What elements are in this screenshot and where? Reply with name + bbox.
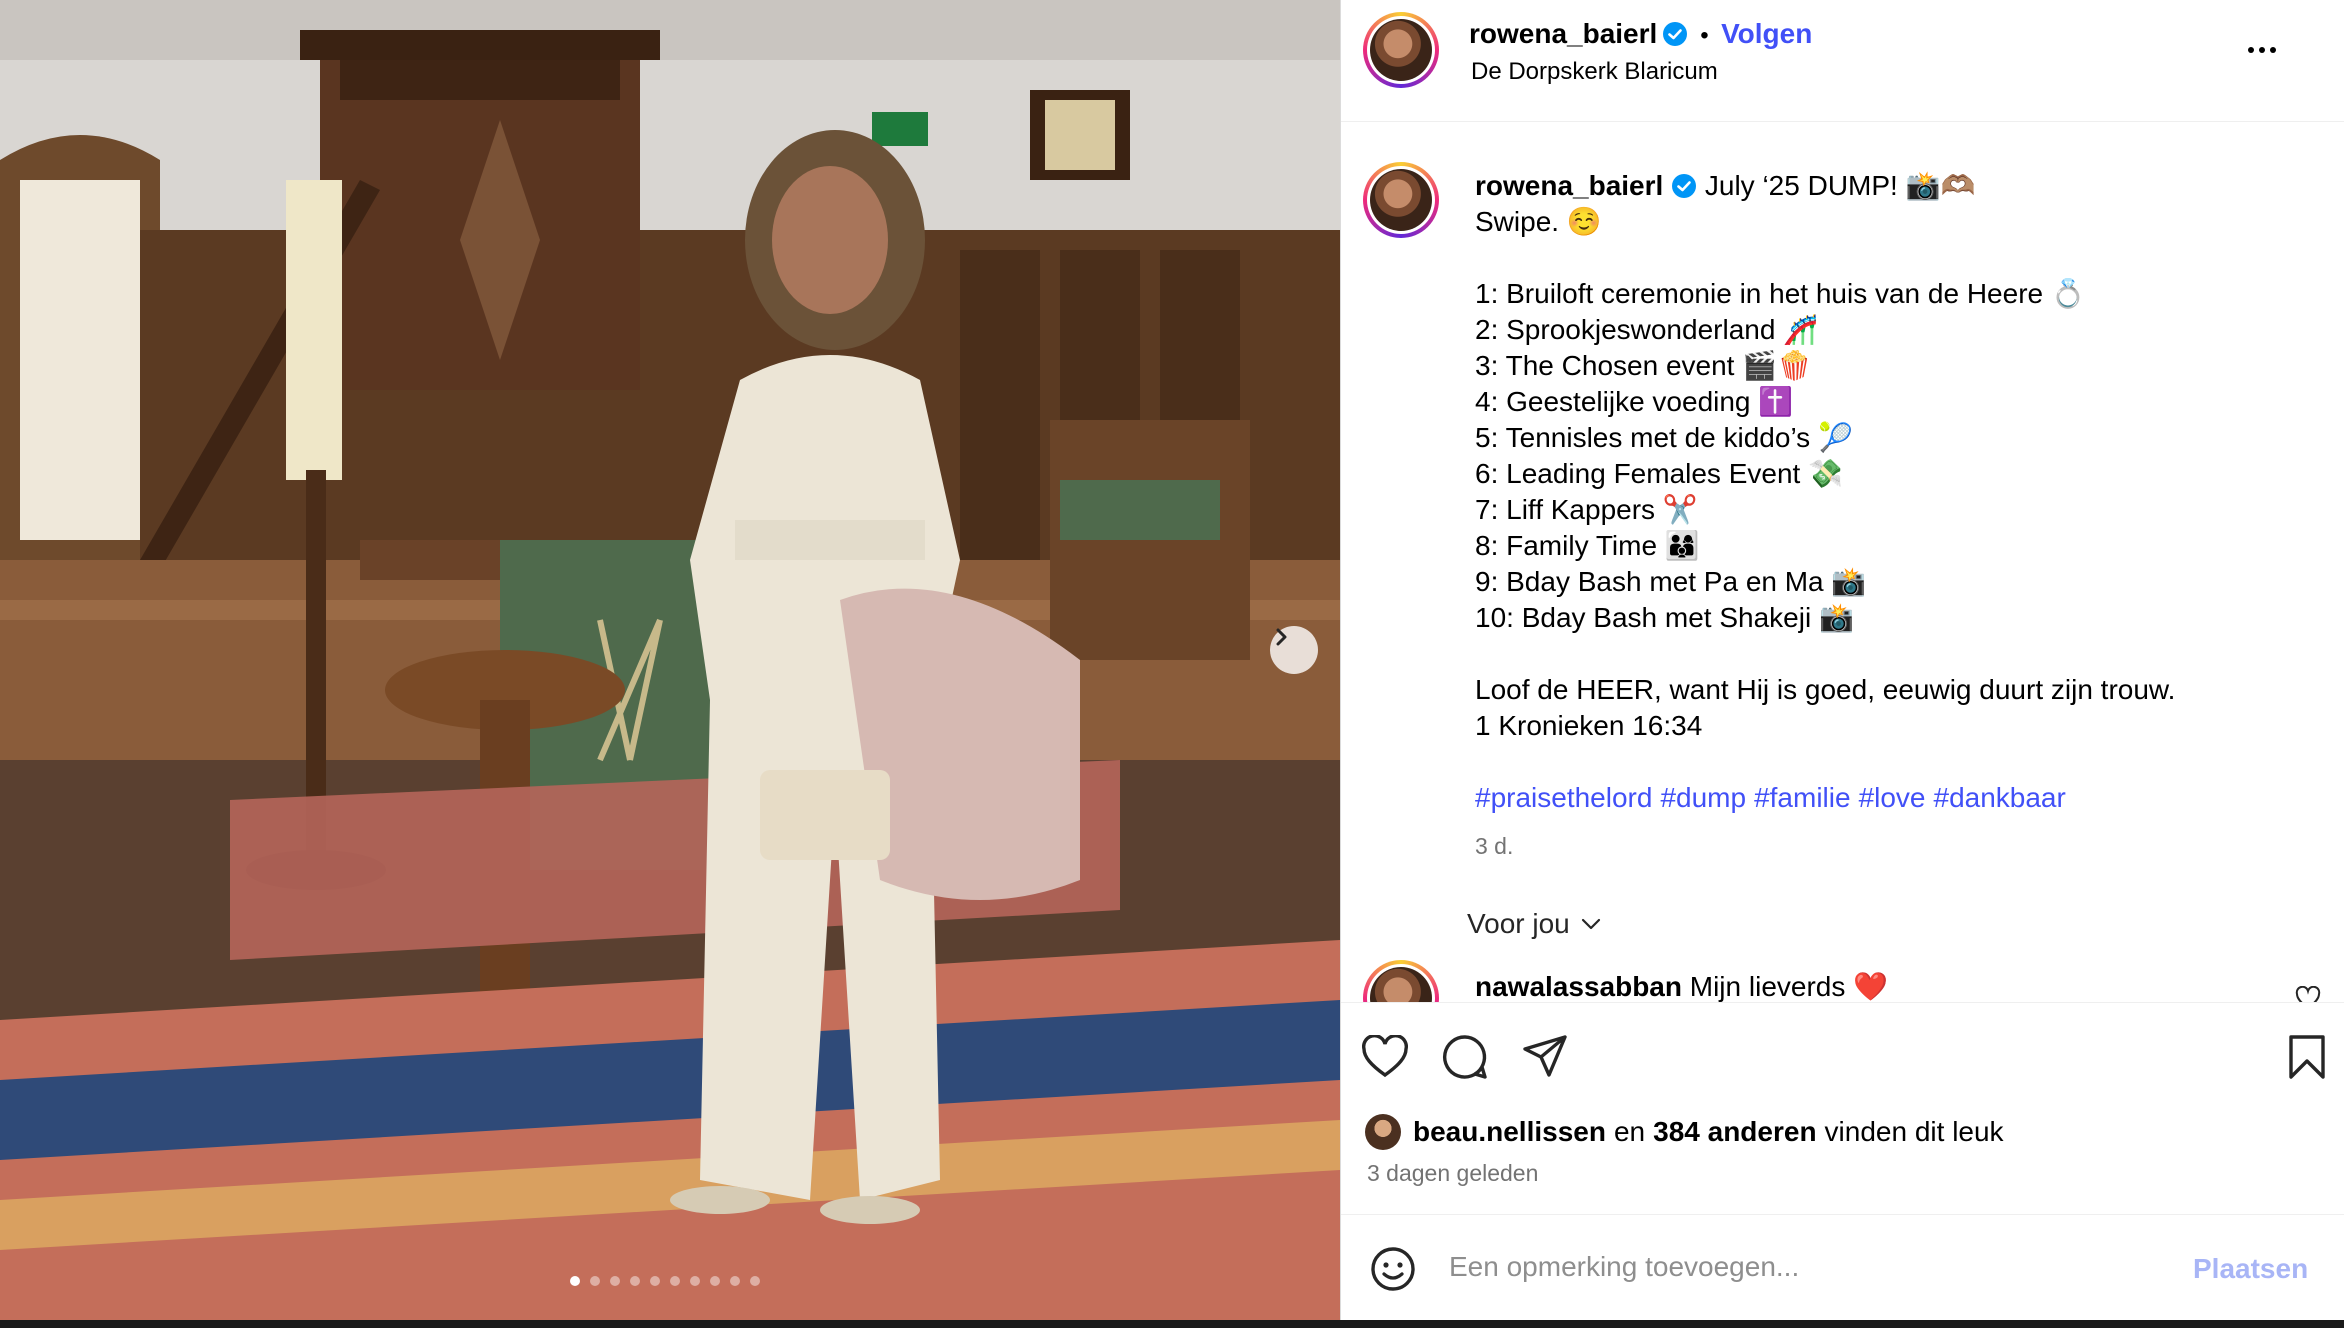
post-header: rowena_baierl • Volgen De Dorpskerk Blar… [1341,0,2344,122]
chevron-down-icon [1581,918,1600,930]
more-options-button[interactable] [2237,28,2287,72]
share-button[interactable] [1517,1029,1573,1085]
carousel-dot[interactable] [590,1276,600,1286]
verified-icon [1662,22,1687,46]
caption-line: 4: Geestelijke voeding ✝️ [1475,386,1794,417]
comment-button[interactable] [1437,1029,1493,1085]
carousel-dot[interactable] [610,1276,620,1286]
caption-line: 10: Bday Bash met Shakeji 📸 [1475,602,1854,633]
likes-connector: en [1613,1116,1646,1147]
post-viewer: rowena_baierl • Volgen De Dorpskerk Blar… [0,0,2344,1320]
caption-line: Loof de HEER, want Hij is goed, eeuwig d… [1475,674,2176,705]
carousel-dot[interactable] [630,1276,640,1286]
likes-summary: beau.nellissen en 384 anderen vinden dit… [1365,1112,2004,1152]
window-bottom-edge [0,1320,2344,1328]
caption-line: 7: Liff Kappers ✂️ [1475,494,1698,525]
commenter-avatar[interactable] [1363,960,1439,1002]
action-bar [1341,1002,2344,1112]
hashtag-link[interactable]: #familie [1754,782,1850,813]
hashtag-link[interactable]: #praisethelord [1475,782,1652,813]
carousel-dot[interactable] [650,1276,660,1286]
carousel-dot[interactable] [730,1276,740,1286]
comment-like-icon[interactable] [2295,986,2321,1002]
comment-icon [1443,1035,1487,1079]
likes-suffix: vinden dit leuk [1824,1116,2004,1147]
author-username[interactable]: rowena_baierl [1469,18,1657,49]
caption-time: 3 d. [1475,833,1514,859]
emoji-icon [1371,1247,1415,1291]
comment-composer: Plaatsen [1341,1214,2344,1320]
caption-line: 9: Bday Bash met Pa en Ma 📸 [1475,566,1867,597]
emoji-button[interactable] [1365,1241,1421,1297]
like-button[interactable] [1357,1029,1413,1085]
heart-icon [1362,1035,1408,1078]
caption-line [1475,240,2295,276]
carousel-dot[interactable] [690,1276,700,1286]
carousel-dot[interactable] [710,1276,720,1286]
caption-avatar[interactable] [1363,162,1439,238]
caption-username[interactable]: rowena_baierl [1475,170,1663,201]
caption-line: 3: The Chosen event 🎬🍿 [1475,350,1812,381]
follow-button[interactable]: Volgen [1721,18,1812,49]
caption-line: Swipe. ☺️ [1475,206,1602,237]
carousel-dot[interactable] [750,1276,760,1286]
liker-avatar[interactable] [1365,1114,1401,1150]
caption-line: 1 Kronieken 16:34 [1475,710,1703,741]
caption-line: 5: Tennisles met de kiddo’s 🎾 [1475,422,1853,453]
more-icon [2248,47,2254,53]
caption-line: 8: Family Time 👨‍👩‍👦 [1475,530,1700,561]
comment-input[interactable] [1449,1243,2169,1291]
caption-lines: Swipe. ☺️ 1: Bruiloft ceremonie in het hu… [1475,204,2295,744]
location-link[interactable]: De Dorpskerk Blaricum [1471,58,1718,86]
hashtags: #praisethelord #dump #familie #love #dankbaa… [1475,780,2295,816]
next-slide-button[interactable] [1270,626,1318,674]
comment-text: Mijn lieverds ❤️ [1689,971,1889,1002]
caption-line: 6: Leading Females Event 💸 [1475,458,1843,489]
author-avatar[interactable] [1363,12,1439,88]
hashtag-link[interactable]: #dump [1660,782,1746,813]
post-sidebar: rowena_baierl • Volgen De Dorpskerk Blar… [1340,0,2344,1320]
for-you-label: Voor jou [1467,908,1570,939]
share-icon [1523,1035,1567,1077]
caption-title: July ‘25 DUMP! 📸🫶🏽 [1704,170,1976,201]
comment-username[interactable]: nawalassabban [1475,971,1682,1002]
chevron-right-icon [1276,628,1287,646]
post-comment-button[interactable]: Plaatsen [2193,1253,2308,1285]
caption-line: 1: Bruiloft ceremonie in het huis van de… [1475,278,2086,309]
comment-item: nawalassabban Mijn lieverds ❤️ [1341,960,2344,1002]
likes-count[interactable]: 384 anderen [1653,1116,1816,1148]
header-separator: • [1700,22,1709,49]
post-date: 3 dagen geleden [1367,1160,1539,1186]
caption-text: rowena_baierl July ‘25 DUMP! 📸🫶🏽 Swipe. … [1475,168,2295,864]
bookmark-icon [2289,1035,2325,1079]
carousel-indicator [570,1276,760,1286]
post-photo[interactable] [0,0,1340,1320]
verified-icon [1672,174,1697,198]
carousel-dot[interactable] [670,1276,680,1286]
carousel-dot[interactable] [570,1276,580,1286]
caption-line: 2: Sprookjeswonderland 🎢 [1475,314,1819,345]
save-button[interactable] [2279,1029,2335,1085]
for-you-dropdown[interactable]: Voor jou [1467,908,1602,940]
church-photo-illustration [0,0,1340,1320]
caption-line [1475,636,2295,672]
liker-username[interactable]: beau.nellissen [1413,1116,1606,1148]
hashtag-link[interactable]: #dankbaar [1934,782,2066,813]
caption-area: rowena_baierl July ‘25 DUMP! 📸🫶🏽 Swipe. … [1341,122,2344,1002]
hashtag-link[interactable]: #love [1859,782,1926,813]
